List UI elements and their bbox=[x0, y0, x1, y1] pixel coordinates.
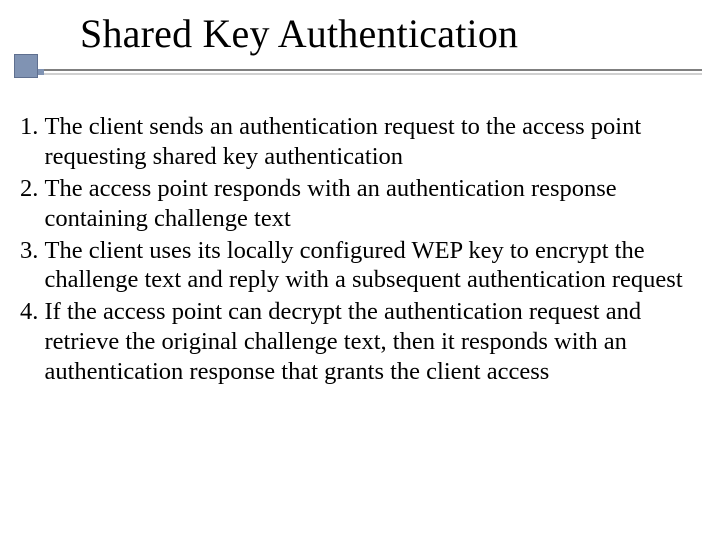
list-item: 3. The client uses its locally configure… bbox=[20, 236, 700, 296]
slide-title: Shared Key Authentication bbox=[80, 10, 720, 57]
list-item: 1. The client sends an authentication re… bbox=[20, 112, 700, 172]
body-text: 1. The client sends an authentication re… bbox=[0, 112, 720, 387]
list-number: 1. bbox=[20, 112, 45, 172]
list-text: The client uses its locally configured W… bbox=[45, 236, 701, 296]
list-number: 4. bbox=[20, 297, 45, 387]
slide: Shared Key Authentication 1. The client … bbox=[0, 0, 720, 540]
list-item: 4. If the access point can decrypt the a… bbox=[20, 297, 700, 387]
list-text: The access point responds with an authen… bbox=[45, 174, 701, 234]
list-number: 2. bbox=[20, 174, 45, 234]
list-item: 2. The access point responds with an aut… bbox=[20, 174, 700, 234]
title-underline-shadow bbox=[30, 73, 702, 75]
list-text: If the access point can decrypt the auth… bbox=[45, 297, 701, 387]
accent-notch-icon bbox=[38, 69, 44, 75]
title-area: Shared Key Authentication bbox=[0, 0, 720, 57]
title-underline bbox=[30, 69, 702, 71]
accent-square-icon bbox=[14, 54, 38, 78]
list-number: 3. bbox=[20, 236, 45, 296]
list-text: The client sends an authentication reque… bbox=[45, 112, 701, 172]
